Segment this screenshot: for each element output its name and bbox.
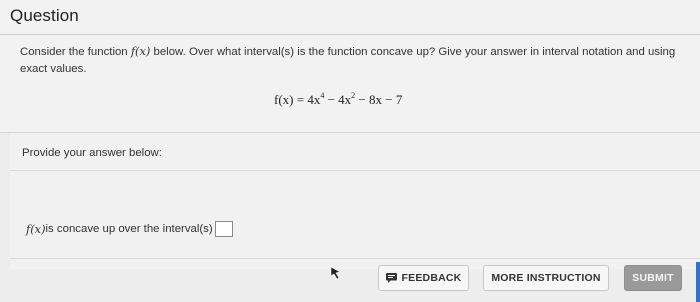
more-instruction-button[interactable]: MORE INSTRUCTION (483, 265, 609, 291)
submit-label: SUBMIT (632, 272, 674, 284)
page-title: Question (10, 6, 79, 25)
equation-lhs: f(x) = 4x (274, 92, 321, 107)
interval-answer-input[interactable] (214, 221, 233, 237)
accent-strip (696, 262, 700, 302)
feedback-label: FEEDBACK (401, 272, 462, 284)
question-panel: Question Consider the function f(x) belo… (0, 0, 700, 302)
answer-section-label: Provide your answer below: (22, 147, 162, 159)
speech-bubble-icon (385, 273, 397, 283)
feedback-button[interactable]: FEEDBACK (378, 265, 469, 291)
answer-line: f(x) is concave up over the interval(s) (26, 221, 233, 237)
answer-divider (10, 170, 700, 171)
equation-rhs: − 8x − 7 (355, 92, 403, 107)
question-prompt: Consider the function f(x) below. Over w… (20, 43, 695, 78)
equation-middle: − 4x (324, 92, 352, 107)
footer-divider (10, 258, 700, 259)
function-equation: f(x) = 4x4 − 4x2 − 8x − 7 (274, 91, 402, 108)
prompt-text-start: Consider the function (20, 46, 131, 58)
title-divider (0, 34, 700, 35)
answer-line-text: is concave up over the interval(s) (45, 223, 213, 235)
prompt-function: f(x) (130, 44, 151, 58)
answer-function: f(x) (26, 222, 46, 236)
more-instruction-label: MORE INSTRUCTION (491, 272, 601, 284)
submit-button[interactable]: SUBMIT (624, 265, 682, 291)
